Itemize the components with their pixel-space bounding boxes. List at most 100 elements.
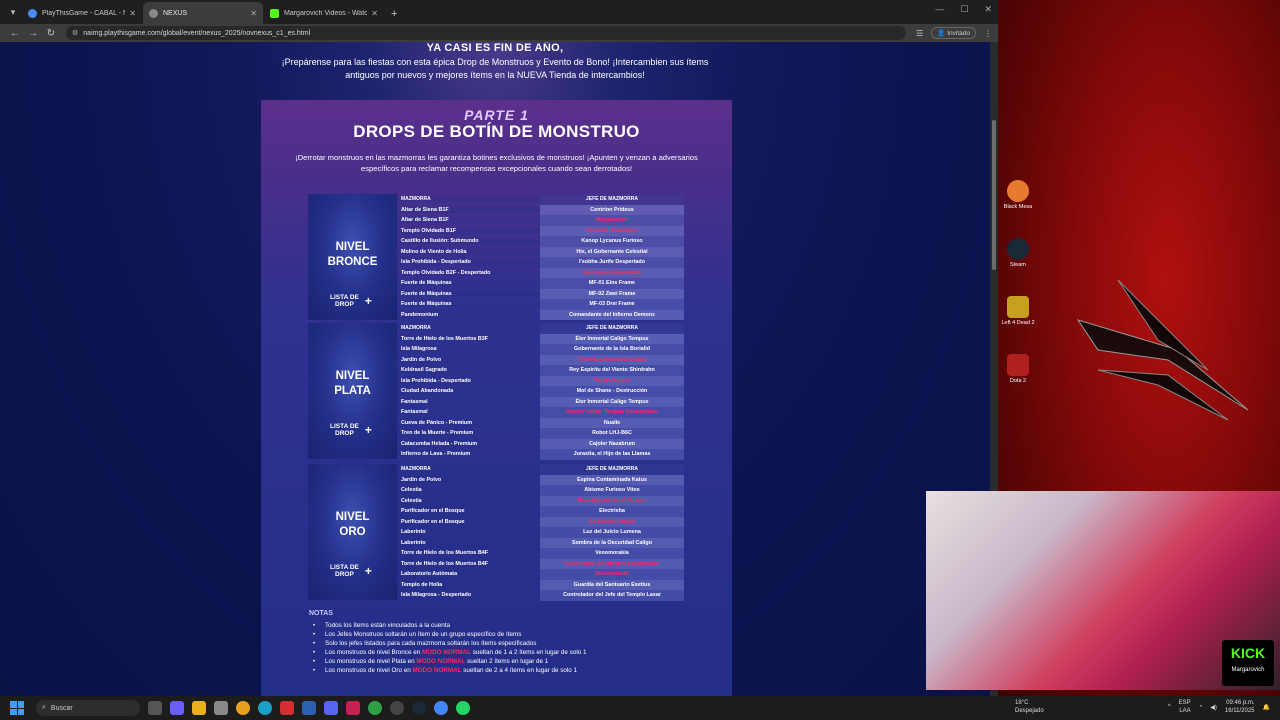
close-tab-icon[interactable]: ✕ — [250, 9, 257, 18]
windows-start-icon[interactable] — [10, 701, 24, 715]
table-row: Torre de Hielo de los Muertos B4F Goberna… — [397, 558, 684, 569]
store-icon[interactable] — [214, 701, 228, 715]
dungeon-cell: Laboratorio Autómata — [397, 571, 540, 578]
xbox-icon[interactable] — [368, 701, 382, 715]
note-text: Los monstruos de nivel Plata en — [325, 658, 417, 665]
dungeon-cell: Fuerte de Máquinas — [397, 280, 540, 287]
new-tab-plus-icon[interactable]: + — [391, 8, 397, 20]
boss-cell: Guardián del Vacío Oscuro — [540, 495, 684, 506]
reload-icon[interactable]: ↻ — [42, 28, 60, 39]
tier-name: NIVEL BRONCE — [308, 240, 397, 270]
drop-list-gold-button[interactable]: LISTA DE DROP + — [330, 564, 372, 578]
tab-nexus[interactable]: NEXUS ✕ — [143, 2, 263, 24]
dungeon-cell: Laberinto — [397, 539, 540, 546]
forward-arrow-icon[interactable]: → — [24, 28, 42, 39]
taskbar: ⌕ Buscar 18°C Despejado ^ ESP LAA ◔ ◀) 0… — [0, 696, 1280, 720]
dungeon-cell: Altar de Siena B1F — [397, 206, 540, 213]
boss-cell: Nualle — [540, 417, 684, 428]
maximize-icon[interactable]: ☐ — [960, 4, 968, 15]
volume-icon[interactable]: ◀) — [1210, 704, 1217, 711]
desktop-icon-black-mesa[interactable]: Black Mesa — [998, 180, 1038, 210]
steam-icon — [1007, 238, 1029, 260]
language-indicator[interactable]: ESP LAA — [1179, 699, 1191, 715]
table-row: Molino de Viento de Holia Hix, el Goberna… — [397, 246, 684, 257]
boss-cell: Hix, el Gobernante Celestial — [540, 246, 684, 257]
reading-list-icon[interactable]: ☰ — [916, 29, 923, 38]
boss-cell: Guardia del Santuario Exetius — [540, 579, 684, 590]
weather-widget[interactable]: 18°C Despejado — [1015, 699, 1044, 715]
chrome-active-icon[interactable] — [434, 701, 448, 715]
boss-cell: MF-02 Zwei Frame — [540, 288, 684, 299]
clock[interactable]: 09:46 p.m. 16/11/2025 — [1225, 699, 1255, 715]
boss-cell: Luz del Juicio Lumena — [540, 527, 684, 538]
table-row: Laberinto Sombra de la Oscuridad Caligo — [397, 537, 684, 548]
whatsapp-icon[interactable] — [456, 701, 470, 715]
desktop-icon-dota2[interactable]: Dota 2 — [998, 354, 1038, 384]
discord-icon[interactable] — [324, 701, 338, 715]
notification-bell-icon[interactable]: 🔔 — [1263, 704, 1270, 711]
tier-bronze: NIVEL BRONCE LISTA DE DROP + MAZMORRA JEFE… — [308, 194, 684, 320]
table-row: Celestia Abismo Furioso Vitos — [397, 485, 684, 496]
dungeon-table: MAZMORRA JEFE DE MAZMORRA Torre de Hielo d… — [397, 323, 684, 460]
table-row: Fuerte de Máquinas MF-03 Drei Frame — [397, 299, 684, 310]
chrome-icon[interactable] — [236, 701, 250, 715]
favicon-icon — [28, 8, 37, 18]
table-row: Templo Olvidado B2F - Despertado Gran Ign… — [397, 267, 684, 278]
table-row: Keldrasil Sagrado Rey Espíritu del Viento… — [397, 365, 684, 376]
drop-label-line1: LISTA DE — [330, 294, 359, 301]
app-red-icon[interactable] — [280, 701, 294, 715]
intro-text: ¡Prepárense para las fiestas con esta ép… — [0, 56, 990, 82]
kick-brand: KICK — [1230, 645, 1266, 661]
wifi-icon[interactable]: ◔ — [1199, 704, 1203, 710]
kebab-menu-icon[interactable]: ⋮ — [984, 29, 992, 38]
table-row: Purificador en el Bosque Electrisha — [397, 506, 684, 517]
tray-chevron-icon[interactable]: ^ — [1168, 704, 1171, 710]
kick-channel: Margarovich — [1231, 667, 1265, 673]
table-row: Ciudad Abandonada Mol de Shane - Destrucc… — [397, 386, 684, 397]
copilot-icon[interactable] — [170, 701, 184, 715]
task-view-icon[interactable] — [148, 701, 162, 715]
clock-date: 16/11/2025 — [1224, 708, 1255, 714]
table-row: Castillo de Ilusión: Submundo Kanop Lycan… — [397, 236, 684, 247]
close-tab-icon[interactable]: ✕ — [129, 9, 136, 18]
desktop-icon-steam[interactable]: Steam — [998, 238, 1038, 268]
boss-cell: Sombra de la Oscuridad Caligo — [540, 537, 684, 548]
file-explorer-icon[interactable] — [192, 701, 206, 715]
obs-icon[interactable] — [390, 701, 404, 715]
word-icon[interactable] — [302, 701, 316, 715]
table-row: Infierno de Lava - Premium Jurastia, el H… — [397, 449, 684, 460]
dungeon-cell: Jardín de Polvo — [397, 356, 540, 363]
column-dungeon: MAZMORRA — [397, 196, 540, 203]
note-item: Solo los jefes listados para cada mazmor… — [309, 639, 709, 648]
minimize-icon[interactable]: — — [935, 4, 944, 15]
tab-kick[interactable]: Margarovich Videos - Watch C ✕ — [264, 2, 384, 24]
tab-playthisgame[interactable]: PlayThisGame - CABAL - Notice ✕ — [22, 2, 142, 24]
close-tab-icon[interactable]: ✕ — [371, 9, 378, 18]
dungeon-cell: Castillo de Ilusión: Submundo — [397, 238, 540, 245]
tab-search-icon[interactable]: ▾ — [4, 3, 22, 21]
tier-label: NIVEL — [335, 511, 370, 523]
drop-list-bronze-button[interactable]: LISTA DE DROP + — [330, 294, 372, 308]
dungeon-cell: Celestia — [397, 497, 540, 504]
taskbar-search[interactable]: ⌕ Buscar — [36, 700, 140, 716]
drop-list-silver-button[interactable]: LISTA DE DROP + — [330, 423, 372, 437]
app-x-icon[interactable] — [346, 701, 360, 715]
table-row: Torre de Hielo de los Muertos B4F Venomor… — [397, 548, 684, 559]
guest-profile-button[interactable]: 👤 Invitado — [931, 27, 976, 39]
address-bar[interactable]: ⚙ naimg.playthisgame.com/global/event/ne… — [66, 26, 906, 40]
guest-label: Invitado — [947, 30, 970, 37]
steam-taskbar-icon[interactable] — [412, 701, 426, 715]
site-info-icon[interactable]: ⚙ — [72, 29, 78, 37]
tier-bronze-banner: NIVEL BRONCE LISTA DE DROP + — [308, 194, 397, 320]
edge-icon[interactable] — [258, 701, 272, 715]
part-label: PARTE 1 — [464, 107, 529, 123]
tier-label: NIVEL — [335, 241, 370, 253]
note-item: Todos los ítems están vinculados a la cu… — [309, 621, 709, 630]
desktop-icon-left4dead2[interactable]: Left 4 Dead 2 — [998, 296, 1038, 326]
close-window-icon[interactable]: ✕ — [984, 4, 992, 15]
scrollbar-thumb[interactable] — [992, 120, 996, 270]
table-row: Celestia Guardián del Vacío Oscuro — [397, 495, 684, 506]
note-text: Solo los jefes listados para cada mazmor… — [325, 640, 537, 647]
back-arrow-icon[interactable]: ← — [6, 28, 24, 39]
kick-logo: KICK Margarovich — [1222, 640, 1274, 686]
